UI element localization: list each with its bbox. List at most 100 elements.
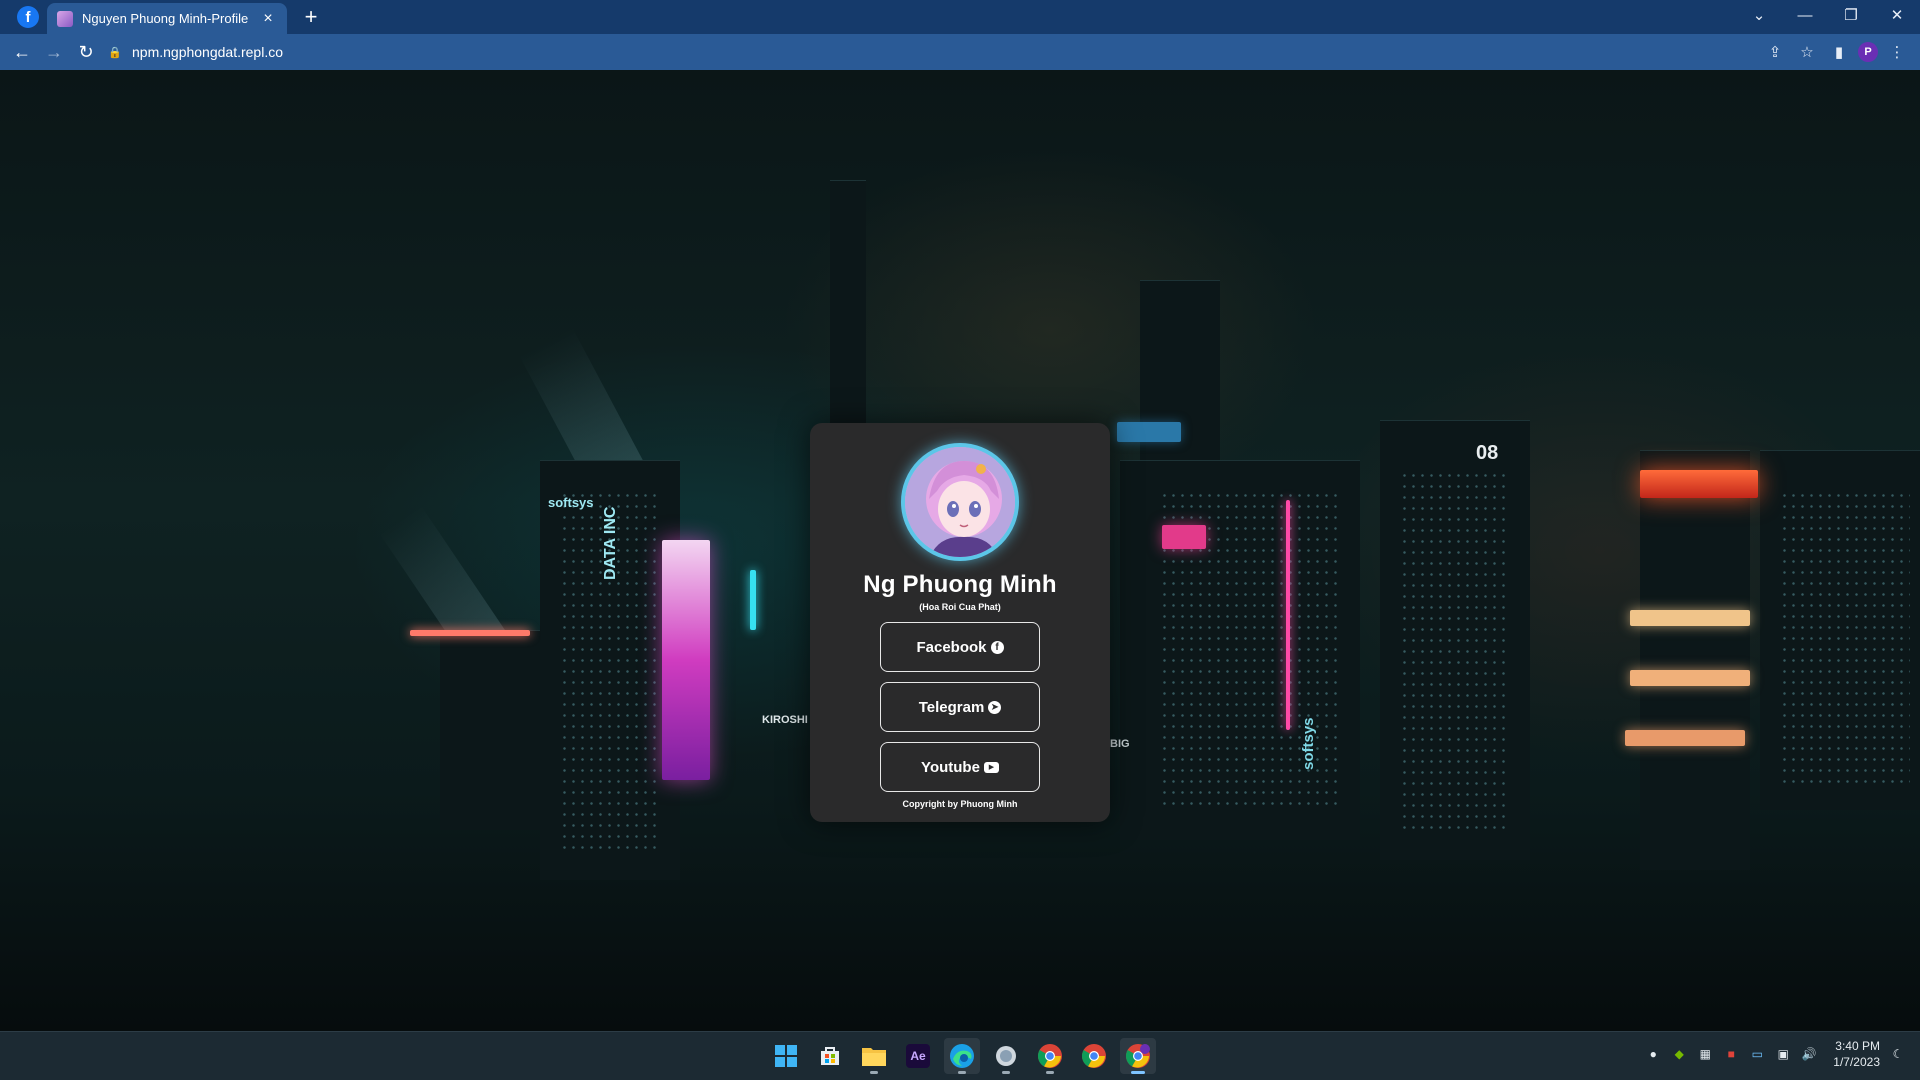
app-button[interactable] — [988, 1038, 1024, 1074]
tray-grid-icon[interactable]: ▦ — [1697, 1046, 1713, 1062]
browser-tab-active[interactable]: Nguyen Phuong Minh-Profile × — [47, 3, 287, 34]
sign-data-inc: DATA INC — [602, 506, 619, 580]
neon-strip-pink — [1286, 500, 1290, 730]
tab-favicon-icon — [57, 10, 73, 27]
telegram-link-button[interactable]: Telegram ➤ — [880, 682, 1040, 732]
tab-search-icon[interactable]: ⌄ — [1736, 0, 1782, 30]
running-indicator — [958, 1071, 966, 1074]
sign-kiroshi: KIROSHI — [762, 714, 808, 726]
system-tray: ● ◆ ▦ ■ ▭ ▣ 🔊 3:40 PM 1/7/2023 ☾ — [1645, 1038, 1906, 1070]
running-indicator — [1046, 1071, 1054, 1074]
running-indicator — [1131, 1071, 1145, 1074]
neon-ring-amber — [1630, 670, 1750, 686]
tray-chat-icon[interactable]: ▭ — [1749, 1046, 1765, 1062]
neon-ring-amber — [1625, 730, 1745, 746]
lock-icon[interactable]: 🔒 — [108, 46, 122, 59]
file-explorer-button[interactable] — [856, 1038, 892, 1074]
profile-avatar — [901, 443, 1019, 561]
tray-app-icon[interactable]: ● — [1645, 1046, 1661, 1062]
back-button[interactable]: ← — [6, 36, 38, 68]
minimize-button[interactable]: — — [1782, 0, 1828, 30]
forward-button[interactable]: → — [38, 36, 70, 68]
volume-icon[interactable]: 🔊 — [1801, 1046, 1817, 1062]
sign-softsys: softsys — [548, 495, 594, 510]
tab-title: Nguyen Phuong Minh-Profile — [82, 11, 249, 26]
menu-kebab-icon[interactable]: ⋮ — [1884, 37, 1910, 67]
edge-button[interactable] — [944, 1038, 980, 1074]
profile-avatar-button[interactable]: P — [1858, 42, 1878, 62]
url-text: npm.ngphongdat.repl.co — [132, 44, 283, 60]
after-effects-button[interactable]: Ae — [900, 1038, 936, 1074]
windows-taskbar: Ae ● ◆ ▦ ■ ▭ ▣ 🔊 3:40 PM 1/7/2023 ☾ — [0, 1031, 1920, 1080]
new-tab-button[interactable]: + — [299, 4, 323, 29]
chrome-icon — [1081, 1044, 1106, 1068]
taskbar-apps: Ae — [768, 1038, 1156, 1074]
telegram-link-label: Telegram — [918, 698, 985, 716]
close-window-button[interactable]: ✕ — [1874, 0, 1920, 30]
facebook-icon: f — [990, 640, 1004, 654]
profile-card: Ng Phuong Minh (Hoa Roi Cua Phat) Facebo… — [810, 423, 1110, 822]
building — [1140, 280, 1220, 480]
running-indicator — [870, 1071, 878, 1074]
building — [440, 630, 540, 830]
browser-toolbar: ← → ↻ 🔒 npm.ngphongdat.repl.co ⇪ ☆ ▮ P ⋮ — [0, 34, 1920, 70]
anime-avatar-image — [905, 447, 1015, 557]
chrome-button[interactable] — [1032, 1038, 1068, 1074]
clock-date: 1/7/2023 — [1833, 1055, 1880, 1069]
taskbar-clock[interactable]: 3:40 PM 1/7/2023 — [1833, 1038, 1880, 1070]
copyright-text: Copyright by Phuong Minh — [902, 799, 1018, 809]
facebook-link-button[interactable]: Facebook f — [880, 622, 1040, 672]
profile-tagline: (Hoa Roi Cua Phat) — [919, 602, 1001, 612]
app-icon — [996, 1046, 1016, 1066]
neon-strip-cyan — [750, 570, 756, 630]
toolbar-actions: ⇪ ☆ ▮ P ⋮ — [1762, 37, 1910, 67]
restore-button[interactable]: ❐ — [1828, 0, 1874, 30]
sign-softsys-vertical: softsys — [1300, 717, 1317, 770]
start-icon — [775, 1045, 797, 1067]
building — [1640, 450, 1750, 870]
window-lights — [1400, 470, 1510, 830]
neon-ring-amber — [1630, 610, 1750, 626]
store-button[interactable] — [812, 1038, 848, 1074]
start-button[interactable] — [768, 1038, 804, 1074]
running-indicator — [1002, 1071, 1010, 1074]
neon-billboard-pink — [662, 540, 710, 780]
neon-sign-pink — [1162, 525, 1206, 549]
clock-time: 3:40 PM — [1835, 1039, 1880, 1053]
telegram-icon: ➤ — [988, 700, 1002, 714]
facebook-link-label: Facebook — [916, 638, 987, 656]
side-panel-icon[interactable]: ▮ — [1826, 37, 1852, 67]
focus-moon-icon[interactable]: ☾ — [1890, 1046, 1906, 1062]
tray-red-icon[interactable]: ■ — [1723, 1046, 1739, 1062]
chrome-profile-icon — [1125, 1044, 1150, 1068]
youtube-icon: ▶ — [983, 761, 999, 773]
youtube-link-label: Youtube — [921, 758, 980, 776]
neon-ring-red — [1640, 470, 1758, 498]
profile-name: Ng Phuong Minh — [863, 571, 1057, 598]
edge-icon — [950, 1044, 974, 1068]
nvidia-icon[interactable]: ◆ — [1671, 1046, 1687, 1062]
page-viewport: softsys DATA INC KIROSHI 08 softsys BIG … — [0, 70, 1920, 1031]
youtube-link-button[interactable]: Youtube ▶ — [880, 742, 1040, 792]
file-explorer-icon — [862, 1048, 886, 1066]
network-icon[interactable]: ▣ — [1775, 1046, 1791, 1062]
after-effects-icon: Ae — [906, 1044, 930, 1068]
reload-button[interactable]: ↻ — [70, 36, 102, 68]
window-controls: ⌄ — ❐ ✕ — [1736, 0, 1920, 30]
bookmark-star-icon[interactable]: ☆ — [1794, 37, 1820, 67]
chrome-profile-button[interactable] — [1120, 1038, 1156, 1074]
tab-close-icon[interactable]: × — [259, 10, 277, 28]
neon-sign-blue — [1117, 422, 1181, 442]
share-icon[interactable]: ⇪ — [1762, 37, 1788, 67]
sign-big: BIG — [1110, 738, 1130, 750]
store-icon — [821, 1047, 839, 1065]
chrome-icon — [1037, 1044, 1062, 1068]
neon-strip-red — [410, 630, 530, 636]
address-bar[interactable]: 🔒 npm.ngphongdat.repl.co — [108, 37, 1748, 67]
sign-clock-08: 08 — [1476, 442, 1499, 464]
window-lights — [1780, 490, 1910, 790]
browser-titlebar: f Nguyen Phuong Minh-Profile × + ⌄ — ❐ ✕ — [0, 0, 1920, 34]
tower-spire — [830, 180, 866, 440]
chrome-button-2[interactable] — [1076, 1038, 1112, 1074]
facebook-tab-icon[interactable]: f — [17, 6, 39, 28]
